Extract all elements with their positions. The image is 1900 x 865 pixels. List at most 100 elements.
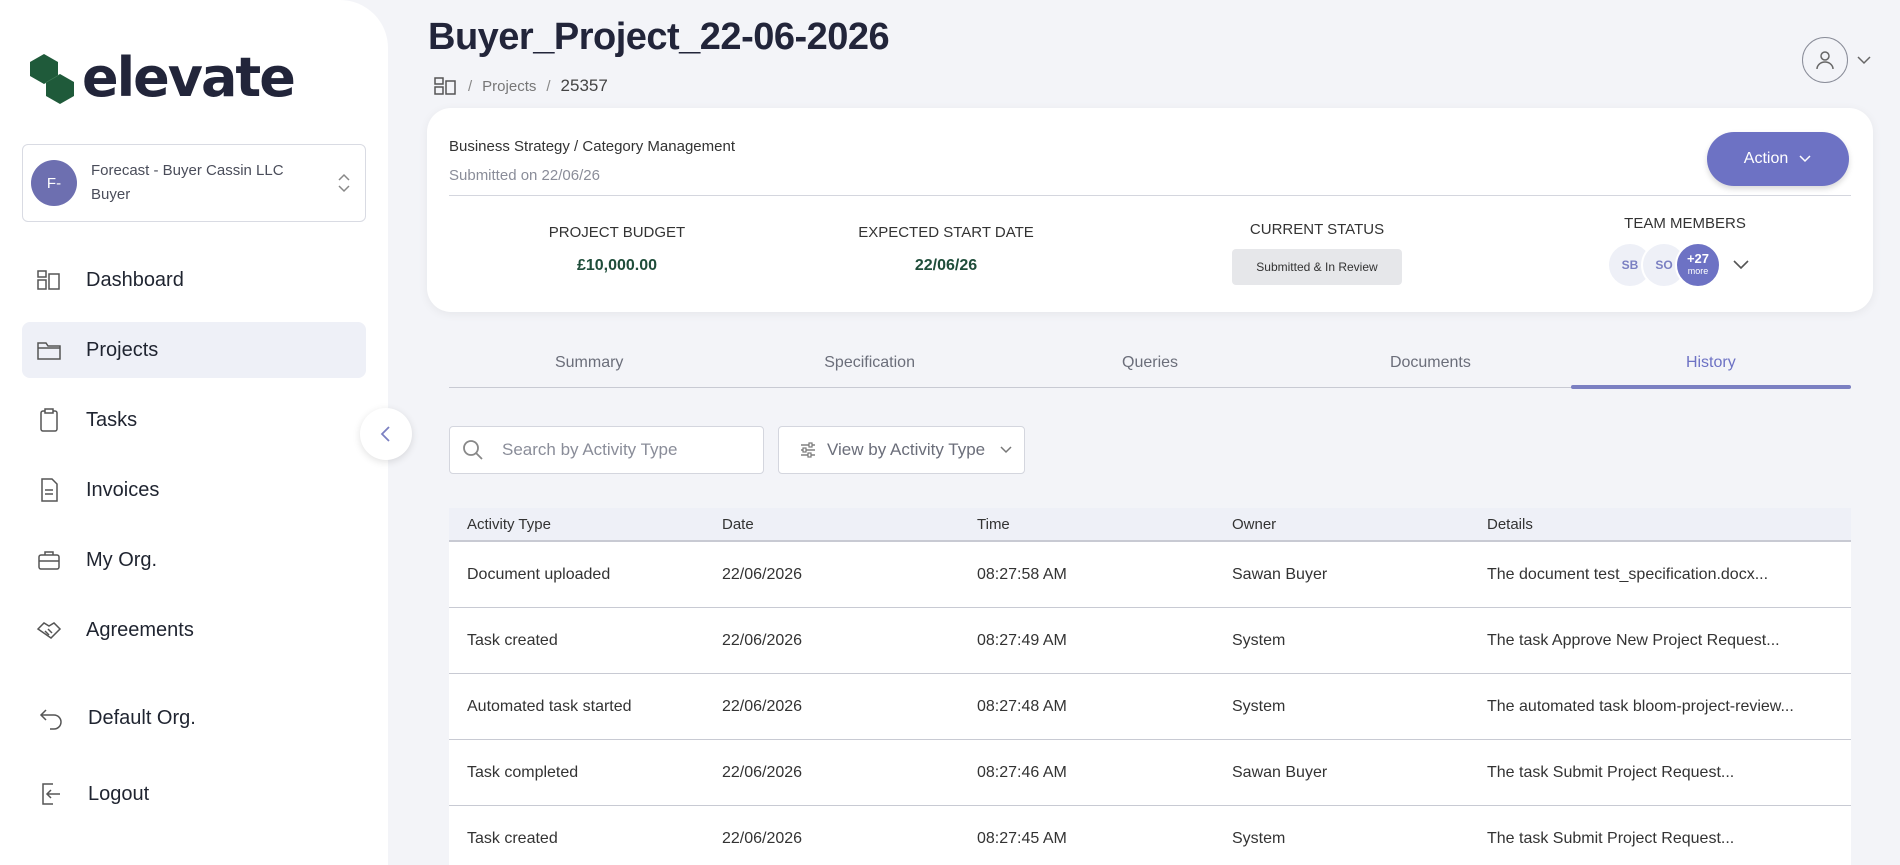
project-summary-card: Business Strategy / Category Management … xyxy=(427,108,1873,312)
column-header[interactable]: Activity Type xyxy=(449,516,704,533)
table-row[interactable]: Automated task started 22/06/2026 08:27:… xyxy=(449,674,1851,740)
folder-icon xyxy=(37,342,61,360)
nav-label: Tasks xyxy=(86,408,138,431)
cell-details: The automated task bloom-project-review.… xyxy=(1487,697,1794,715)
nav-dashboard[interactable]: Dashboard xyxy=(22,252,366,308)
collapse-sidebar-button[interactable] xyxy=(360,408,412,460)
status-badge: Submitted & In Review xyxy=(1232,249,1402,285)
team-label: Team Members xyxy=(1624,215,1746,232)
project-tabs: Summary Specification Queries Documents … xyxy=(449,340,1852,389)
cell-time: 08:27:45 AM xyxy=(977,829,1067,847)
status-label: Current Status xyxy=(1249,221,1385,238)
tab-specification[interactable]: Specification xyxy=(729,340,1009,387)
project-category: Business Strategy / Category Management xyxy=(449,138,735,155)
chevron-down-icon xyxy=(1733,260,1749,270)
cell-date: 22/06/2026 xyxy=(722,829,803,847)
nav-invoices[interactable]: Invoices xyxy=(22,462,366,518)
action-button[interactable]: Action xyxy=(1707,132,1849,186)
cell-time: 08:27:49 AM xyxy=(977,631,1067,649)
cell-details: The task Approve New Project Request... xyxy=(1487,631,1780,649)
tab-summary[interactable]: Summary xyxy=(449,340,729,387)
nav-label: Projects xyxy=(86,338,159,361)
org-role: Buyer xyxy=(91,186,131,203)
column-header[interactable]: Date xyxy=(704,516,959,533)
nav-label: Logout xyxy=(88,782,150,805)
breadcrumb-projects[interactable]: Projects xyxy=(482,78,536,95)
table-row[interactable]: Task completed 22/06/2026 08:27:46 AM Sa… xyxy=(449,740,1851,806)
org-avatar: F- xyxy=(31,160,77,206)
table-row[interactable]: Task created 22/06/2026 08:27:45 AM Syst… xyxy=(449,806,1851,865)
cell-time: 08:27:46 AM xyxy=(977,763,1067,781)
action-label: Action xyxy=(1743,150,1789,167)
cell-time: 08:27:48 AM xyxy=(977,697,1067,715)
cell-owner: System xyxy=(1232,631,1286,649)
chevron-up-down-icon xyxy=(337,171,351,197)
divider xyxy=(449,195,1851,196)
cell-activity-type: Document uploaded xyxy=(467,565,611,583)
logo-mark-icon xyxy=(30,54,74,104)
team-more-count: +27 xyxy=(1686,251,1710,266)
sidebar: elevate F- Forecast - Buyer Cassin LLC B… xyxy=(0,0,388,865)
start-date-value: 22/06/26 xyxy=(914,257,978,274)
nav-default-org[interactable]: Default Org. xyxy=(22,690,366,746)
clipboard-icon xyxy=(40,408,58,432)
cell-activity-type: Task completed xyxy=(467,763,579,781)
cell-owner: System xyxy=(1232,697,1286,715)
tab-queries[interactable]: Queries xyxy=(1010,340,1290,387)
chevron-down-icon xyxy=(1857,56,1871,65)
user-menu[interactable] xyxy=(1802,37,1872,83)
dashboard-icon[interactable] xyxy=(434,76,458,96)
chevron-down-icon xyxy=(1799,155,1811,163)
cell-details: The task Submit Project Request... xyxy=(1487,763,1735,781)
cell-date: 22/06/2026 xyxy=(722,565,803,583)
column-header[interactable]: Owner xyxy=(1214,516,1469,533)
document-icon xyxy=(41,478,58,502)
nav-logout[interactable]: Logout xyxy=(22,766,366,822)
user-icon xyxy=(1816,51,1834,70)
search-box xyxy=(449,426,764,474)
view-by-activity-dropdown[interactable]: View by Activity Type xyxy=(778,426,1025,474)
breadcrumb-current: 25357 xyxy=(560,76,608,95)
nav-label: Agreements xyxy=(86,618,194,641)
nav-projects[interactable]: Projects xyxy=(22,322,366,378)
handshake-icon xyxy=(36,622,62,639)
nav-tasks[interactable]: Tasks xyxy=(22,392,366,448)
tab-documents[interactable]: Documents xyxy=(1290,340,1570,387)
table-row[interactable]: Document uploaded 22/06/2026 08:27:58 AM… xyxy=(449,542,1851,608)
nav-agreements[interactable]: Agreements xyxy=(22,602,366,658)
page-title: Buyer_Project_22-06-2026 xyxy=(428,16,890,58)
column-header[interactable]: Details xyxy=(1469,516,1724,533)
budget-value: £10,000.00 xyxy=(576,257,658,274)
cell-activity-type: Task created xyxy=(467,829,558,847)
table-row[interactable]: Task created 22/06/2026 08:27:49 AM Syst… xyxy=(449,608,1851,674)
tab-history[interactable]: History xyxy=(1570,340,1852,389)
user-avatar xyxy=(1802,37,1848,83)
return-arrow-icon xyxy=(39,709,62,730)
nav-label: Default Org. xyxy=(88,706,196,729)
cell-details: The task Submit Project Request... xyxy=(1487,829,1735,847)
filter-sliders-icon xyxy=(801,442,815,458)
start-date-label: Expected Start Date xyxy=(858,224,1034,241)
elevate-logo[interactable]: elevate xyxy=(28,51,296,105)
team-more-avatar: +27 more xyxy=(1675,242,1721,288)
org-switcher[interactable]: F- Forecast - Buyer Cassin LLC Buyer xyxy=(22,144,366,222)
breadcrumb-separator: / xyxy=(546,77,551,95)
search-input[interactable] xyxy=(502,440,742,460)
column-header[interactable]: Time xyxy=(959,516,1214,533)
team-more-label: more xyxy=(1687,266,1709,276)
cell-time: 08:27:58 AM xyxy=(977,565,1067,583)
cell-date: 22/06/2026 xyxy=(722,631,803,649)
team-expand-button[interactable] xyxy=(1732,258,1750,276)
logout-icon xyxy=(42,783,60,805)
cell-owner: Sawan Buyer xyxy=(1232,565,1328,583)
team-avatars[interactable]: SB SO +27 more xyxy=(1607,242,1721,288)
view-by-label: View by Activity Type xyxy=(827,440,986,459)
search-icon xyxy=(463,440,483,460)
submitted-date: Submitted on 22/06/26 xyxy=(449,167,600,184)
dashboard-icon xyxy=(37,270,60,290)
briefcase-icon xyxy=(38,551,60,570)
nav-my-org[interactable]: My Org. xyxy=(22,532,366,588)
cell-date: 22/06/2026 xyxy=(722,697,803,715)
cell-activity-type: Task created xyxy=(467,631,558,649)
cell-activity-type: Automated task started xyxy=(467,697,632,715)
